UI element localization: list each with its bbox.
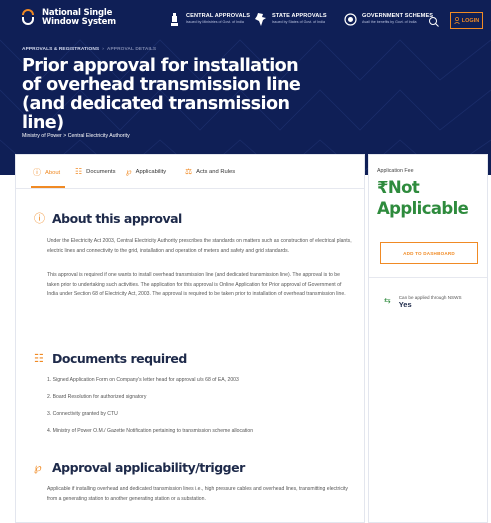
applicability-icon: ℘ (34, 462, 42, 474)
document-item: 3. Connectivity granted by CTU (47, 411, 118, 417)
about-paragraph-2: This approval is required if one wants t… (47, 272, 346, 297)
page-header: National Single Window System CENTRAL AP… (0, 0, 491, 175)
application-fee-value: ₹Not Applicable (377, 178, 469, 218)
nav-central-title: CENTRAL APPROVALS (186, 13, 251, 19)
gavel-icon: ⚖ (185, 167, 193, 176)
about-section-heading: ⓘ About this approval (34, 210, 182, 226)
emblem-icon (167, 12, 181, 26)
divider (369, 277, 487, 278)
tab-about[interactable]: ⓘ About (33, 167, 60, 178)
search-icon[interactable] (428, 15, 440, 27)
application-fee-label: Application Fee (377, 168, 414, 174)
applicability-section-heading: ℘ Approval applicability/trigger (34, 460, 245, 475)
nav-central-approvals[interactable]: CENTRAL APPROVALS Issued by Ministries o… (167, 12, 250, 26)
tab-acts-and-rules[interactable]: ⚖ Acts and Rules (185, 167, 235, 176)
nav-schemes-title: GOVERNMENT SCHEMES (362, 13, 434, 19)
add-to-dashboard-button[interactable]: ADD TO DASHBOARD (380, 242, 478, 264)
login-label: LOGIN (461, 17, 480, 24)
nav-state-title: STATE APPROVALS (272, 13, 327, 19)
user-icon (454, 17, 460, 24)
ministry-path: Ministry of Power > Central Electricity … (22, 133, 130, 139)
applicability-icon: ℘ (126, 167, 132, 176)
tab-applicability[interactable]: ℘ Applicability (126, 167, 166, 176)
nsws-logo-icon (22, 9, 36, 27)
india-map-icon (253, 12, 267, 26)
nav-state-subtitle: Issued by States of Govt. of India (272, 20, 325, 24)
document-item: 4. Ministry of Power O.M./ Gazette Notif… (47, 428, 254, 434)
nav-state-approvals[interactable]: STATE APPROVALS Issued by States of Govt… (253, 12, 327, 26)
logo-line2: Window System (42, 17, 116, 27)
nav-central-subtitle: Issued by Ministries of Govt. of India (186, 20, 244, 24)
info-icon: ⓘ (33, 168, 41, 177)
page-title: Prior approval for installation of overh… (22, 56, 301, 133)
breadcrumb-current: APPROVAL DETAILS (106, 47, 157, 52)
about-paragraph-1: Under the Electricity Act 2003, Central … (47, 238, 352, 254)
fee-side-card: Application Fee ₹Not Applicable ADD TO D… (368, 154, 488, 523)
info-icon: ⓘ (34, 213, 45, 225)
breadcrumb-approvals[interactable]: APPROVALS & REGISTRATIONS (22, 47, 99, 52)
nsws-logo[interactable]: National Single Window System (22, 9, 116, 27)
document-item: 2. Board Resolution for authorized signa… (47, 394, 147, 400)
tab-bar: ⓘ About ☷ Documents ℘ Applicability ⚖ Ac… (16, 155, 364, 189)
top-navigation: National Single Window System CENTRAL AP… (0, 0, 491, 40)
documents-section-heading: ☷ Documents required (34, 351, 187, 366)
tab-documents[interactable]: ☷ Documents (75, 167, 116, 176)
nsws-value: Yes (398, 300, 412, 309)
nsws-availability: ⇆ Can be applied through NSWS Yes (384, 295, 462, 309)
nav-schemes-subtitle: Avail the benefits by Govt. of India (362, 20, 417, 24)
breadcrumb: APPROVALS & REGISTRATIONS › APPROVAL DETAI… (22, 47, 157, 52)
applicability-paragraph: Applicable if installing overhead and de… (47, 486, 348, 502)
swap-arrows-icon: ⇆ (384, 296, 391, 305)
document-icon: ☷ (34, 353, 44, 365)
document-item: 1. Signed Application Form on Company's … (47, 377, 239, 383)
active-tab-indicator (31, 186, 65, 188)
approval-details-card: ⓘ About ☷ Documents ℘ Applicability ⚖ Ac… (15, 154, 365, 523)
document-icon: ☷ (75, 167, 83, 176)
nav-government-schemes[interactable]: GOVERNMENT SCHEMES Avail the benefits by… (343, 12, 433, 26)
login-button[interactable]: LOGIN (450, 12, 483, 29)
scheme-icon (343, 12, 357, 26)
